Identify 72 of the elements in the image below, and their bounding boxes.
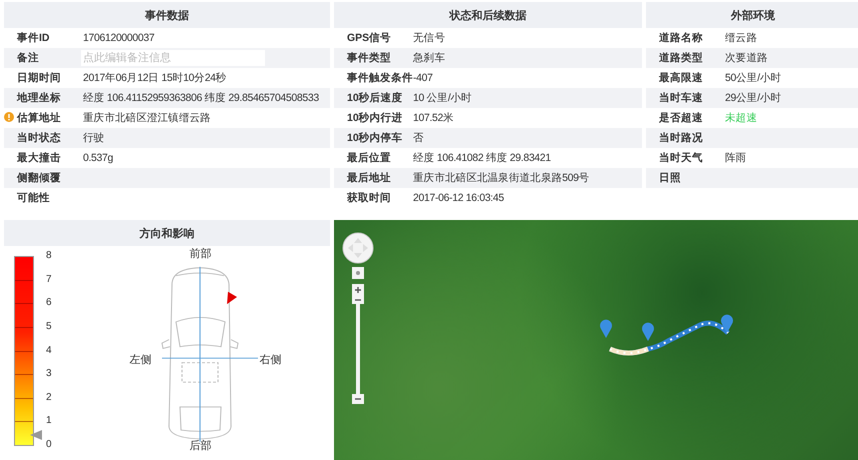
field-label: 10秒后速度 — [347, 92, 403, 104]
field-label: 估算地址 — [17, 112, 61, 124]
field-value: 重庆市北碚区澄江镇缙云路 — [83, 111, 211, 125]
scale-label: 1 — [46, 415, 52, 426]
field-value: 行驶 — [83, 131, 104, 145]
field-label: 获取时间 — [347, 192, 391, 204]
impact-direction-icon — [226, 292, 237, 304]
field-value: 0.537g — [83, 152, 114, 164]
field-value: -407 — [413, 72, 433, 84]
field-label: 当时车速 — [659, 92, 703, 104]
direction-label: 前部 — [190, 246, 212, 261]
scale-label: 6 — [46, 297, 52, 308]
field-label: 日期时间 — [17, 72, 61, 84]
field-label: 日照 — [659, 172, 681, 184]
direction-label: 后部 — [190, 438, 212, 453]
field-label: 10秒内行进 — [347, 112, 403, 124]
field-label: 地理坐标 — [17, 92, 61, 104]
field-value: 10 公里/小时 — [413, 91, 472, 105]
field-label: 当时路况 — [659, 132, 703, 144]
panel-title: 状态和后续数据 — [334, 2, 642, 28]
field-label: 道路名称 — [659, 32, 703, 44]
zoom-slider-track[interactable] — [356, 304, 360, 394]
panel-title: 方向和影响 — [4, 220, 330, 246]
field-label: 最大撞击 — [17, 152, 61, 164]
direction-label: 左侧 — [130, 353, 152, 367]
field-label: 事件触发条件 — [347, 72, 413, 84]
scale-label: 2 — [46, 392, 52, 403]
field-value: 2017年06月12日 15时10分24秒 — [83, 71, 226, 85]
scale-label: 8 — [46, 250, 52, 261]
field-label: 当时状态 — [17, 132, 61, 144]
field-value: 无信号 — [413, 31, 445, 45]
field-value: 重庆市北碚区北温泉街道北泉路509号 — [413, 171, 590, 185]
map-pan-control[interactable] — [342, 232, 374, 264]
field-value: 2017-06-12 16:03:45 — [413, 192, 504, 204]
field-value: 缙云路 — [725, 31, 757, 45]
field-label: 是否超速 — [659, 112, 703, 124]
direction-label: 右侧 — [260, 353, 282, 367]
field-value: 经度 106.41082 纬度 29.83421 — [413, 151, 551, 165]
scale-label: 7 — [46, 274, 52, 285]
zoom-out-icon[interactable] — [352, 296, 364, 304]
field-label: 事件类型 — [347, 52, 391, 64]
field-label: GPS信号 — [347, 32, 392, 44]
panel-title: 事件数据 — [4, 2, 330, 28]
field-label: 10秒内停车 — [347, 132, 403, 144]
field-label: 道路类型 — [659, 52, 703, 64]
field-label: 事件ID — [17, 32, 50, 44]
field-value: 阵雨 — [725, 151, 746, 165]
scale-label: 3 — [46, 368, 52, 380]
panel-title: 外部环境 — [646, 2, 858, 28]
field-label: 最后位置 — [347, 152, 391, 164]
field-value: 否 — [413, 131, 424, 145]
zoom-in-icon[interactable] — [352, 284, 364, 296]
field-value: 次要道路 — [725, 51, 768, 65]
field-label: 侧翻倾覆 — [17, 172, 61, 184]
field-value: 急刹车 — [413, 51, 445, 65]
scale-label: 5 — [46, 320, 52, 332]
field-value: 1706120000037 — [83, 32, 154, 44]
scale-label: 4 — [46, 344, 52, 356]
field-value: 29公里/小时 — [725, 91, 782, 105]
remark-input[interactable]: 点此编辑备注信息 — [81, 50, 265, 66]
scale-label: 0 — [46, 439, 52, 450]
field-value: 107.52米 — [413, 111, 454, 125]
field-label: 备注 — [17, 52, 39, 64]
field-label: 最高限速 — [659, 72, 703, 84]
locate-icon[interactable] — [352, 267, 364, 279]
field-label: 当时天气 — [659, 152, 703, 164]
zoom-out-icon[interactable] — [352, 394, 364, 404]
field-value: 50公里/小时 — [725, 71, 782, 85]
field-value: 经度 106.41152959363806 纬度 29.85465704508533 — [83, 91, 319, 105]
field-label: 最后地址 — [347, 172, 391, 184]
field-value: 未超速 — [725, 111, 757, 125]
field-label: 可能性 — [17, 192, 50, 204]
